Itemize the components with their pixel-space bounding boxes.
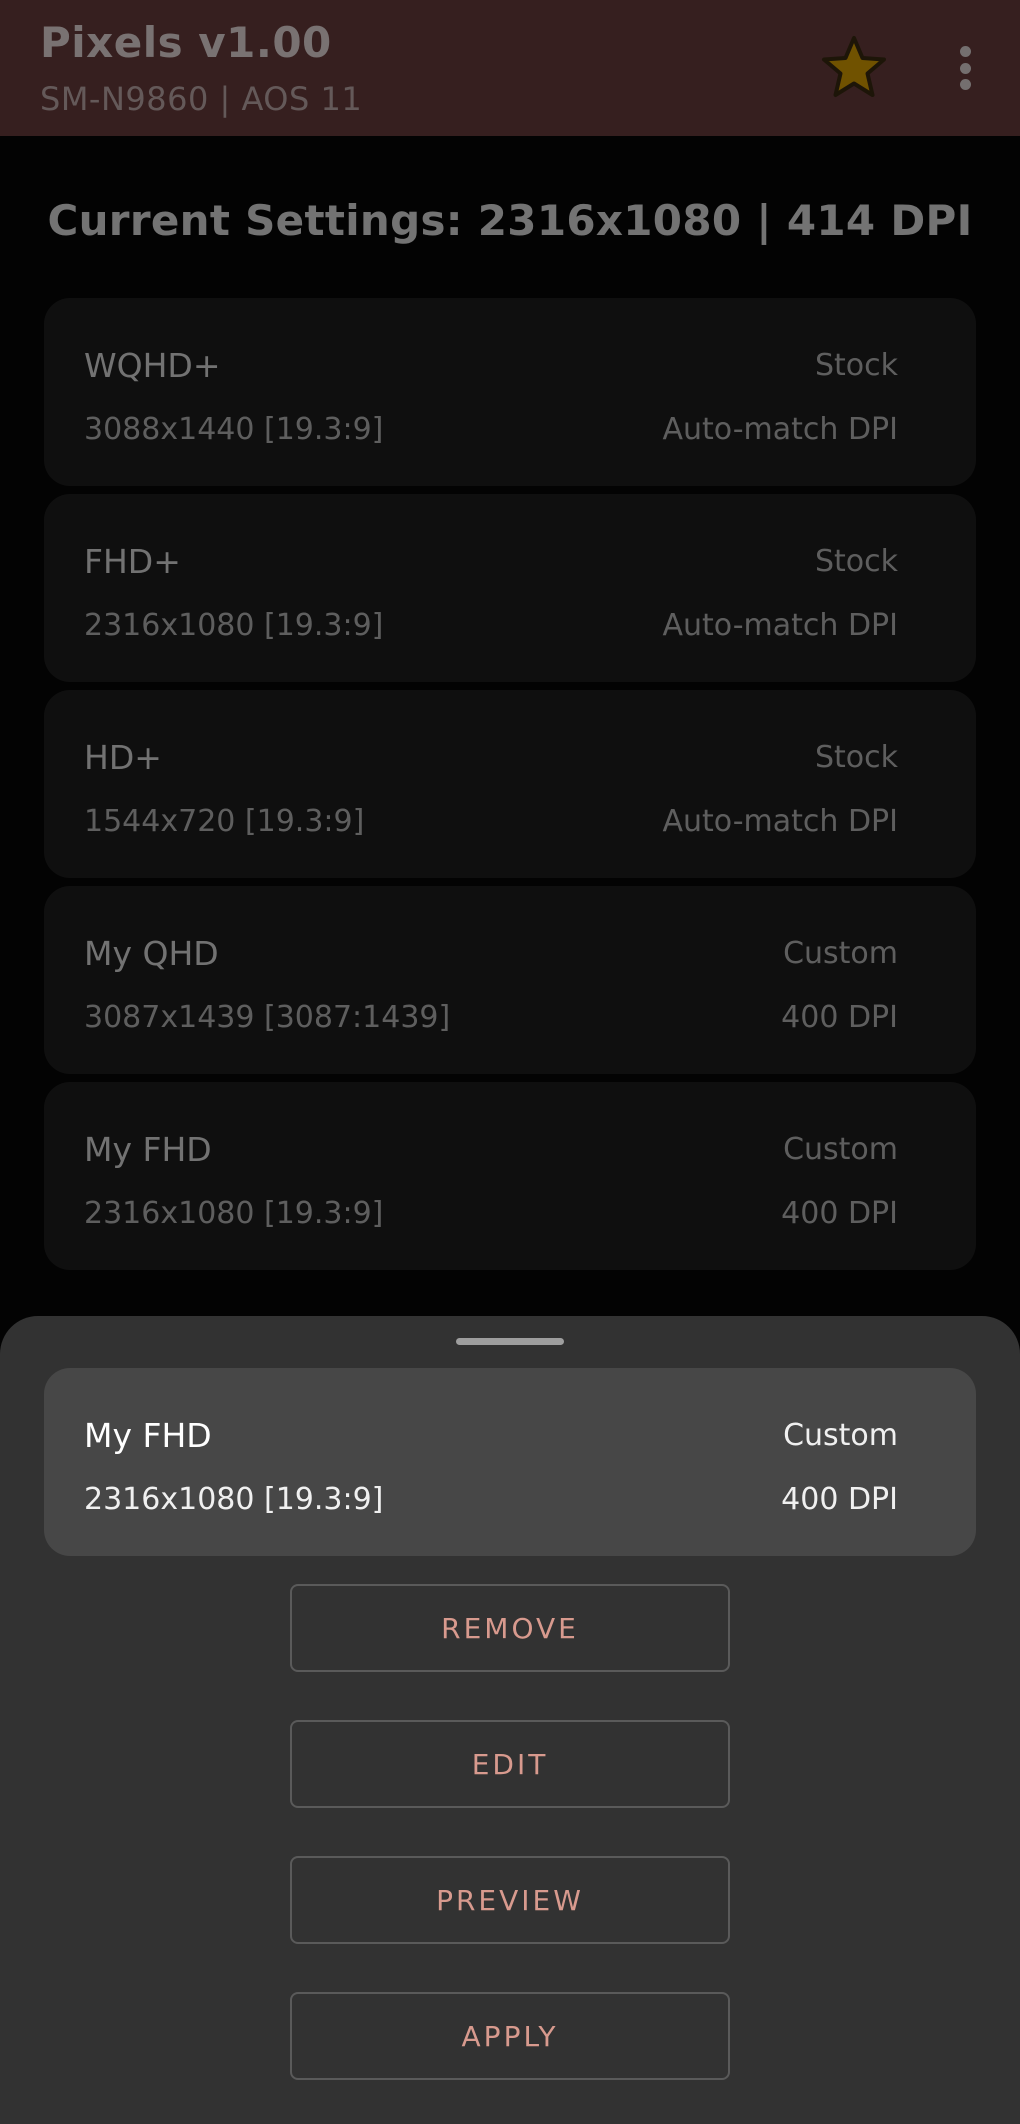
remove-button[interactable]: REMOVE (290, 1584, 730, 1672)
edit-button[interactable]: EDIT (290, 1720, 730, 1808)
selected-profile-resolution: 2316x1080 [19.3:9] (84, 1482, 384, 1517)
selected-profile-type: Custom (783, 1418, 898, 1453)
bottom-sheet: My FHD Custom 2316x1080 [19.3:9] 400 DPI… (0, 1316, 1020, 2124)
preview-button[interactable]: PREVIEW (290, 1856, 730, 1944)
apply-button[interactable]: APPLY (290, 1992, 730, 2080)
app-root: Pixels v1.00 SM-N9860 | AOS 11 Current S… (0, 0, 1020, 2124)
selected-profile-card: My FHD Custom 2316x1080 [19.3:9] 400 DPI (44, 1368, 976, 1556)
selected-profile-dpi: 400 DPI (781, 1482, 898, 1517)
selected-profile-name: My FHD (84, 1416, 212, 1455)
drag-handle[interactable] (456, 1338, 564, 1345)
